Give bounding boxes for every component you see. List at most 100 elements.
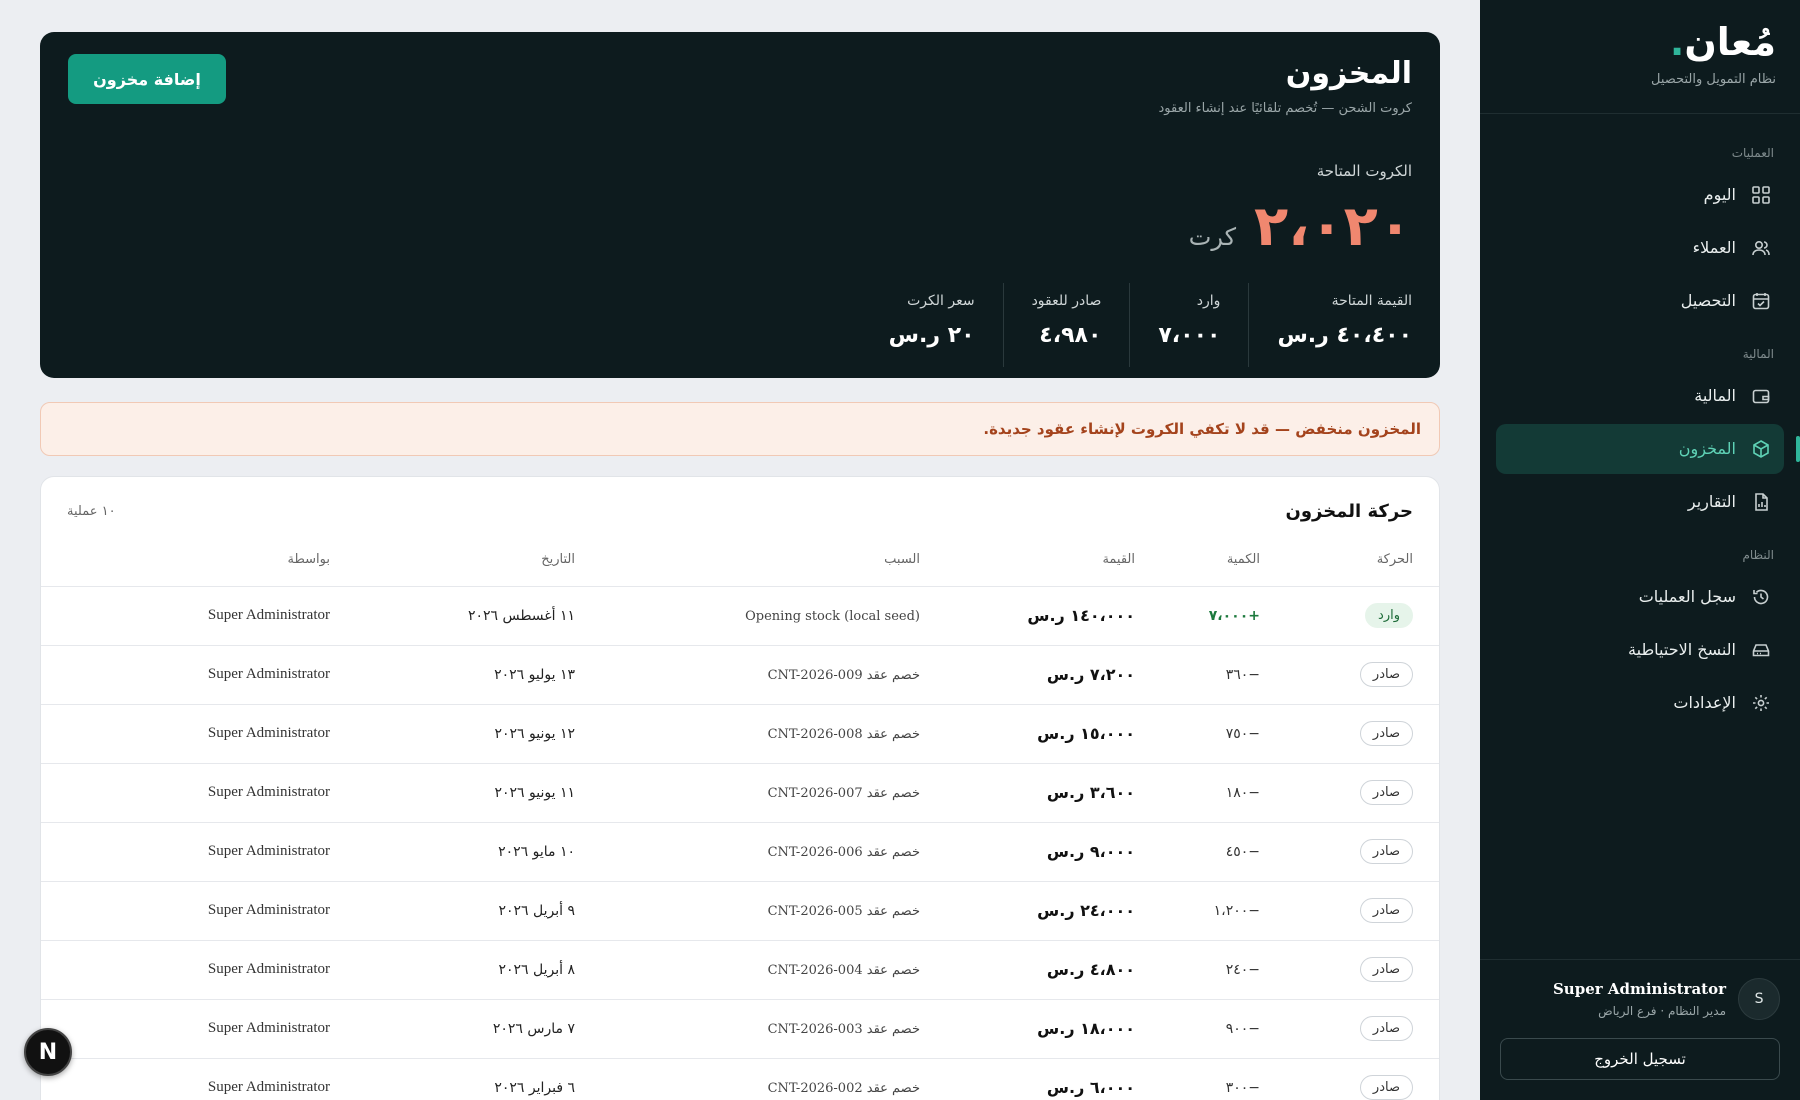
movement-quantity-cell: −٣٦٠ <box>1149 645 1274 705</box>
movement-by-cell: Super Administrator <box>41 763 344 823</box>
sidebar-item-inventory[interactable]: المخزون <box>1496 423 1800 474</box>
user-name: Super Administrator <box>1552 980 1726 998</box>
column-header-reason[interactable]: السبب <box>589 534 934 587</box>
available-cards-value: ٢،٠٢٠ <box>1254 194 1412 259</box>
column-header-quantity[interactable]: الكمية <box>1149 534 1274 587</box>
movement-quantity-cell: −٤٥٠ <box>1149 822 1274 882</box>
movement-reason-cell: خصم عقد CNT-2026-003 <box>589 999 934 1059</box>
movement-date: ١١ يونيو ٢٠٢٦ <box>494 784 575 801</box>
movements-rows: وارد +٧،٠٠٠ ١٤٠،٠٠٠ ر.س Opening stock (loca… <box>41 586 1439 1100</box>
history-icon <box>1750 586 1772 608</box>
movement-date: ١٣ يوليو ٢٠٢٦ <box>494 666 575 683</box>
movement-reason: خصم عقد CNT-2026-006 <box>767 844 920 860</box>
available-cards: ٢،٠٢٠ كرت <box>68 194 1412 259</box>
movement-type-cell: صادر <box>1274 1058 1439 1100</box>
table-row[interactable]: وارد +٧،٠٠٠ ١٤٠،٠٠٠ ر.س Opening stock (loca… <box>41 586 1439 646</box>
movement-date: ٩ أبريل ٢٠٢٦ <box>498 902 575 919</box>
movement-type-cell: صادر <box>1274 704 1439 764</box>
avatar: S <box>1738 978 1780 1020</box>
sidebar-item-finance[interactable]: المالية <box>1496 371 1784 421</box>
movement-reason: خصم عقد CNT-2026-008 <box>767 726 920 742</box>
movement-date-cell: ٦ فبراير ٢٠٢٦ <box>344 1058 589 1100</box>
movement-date-cell: ١٢ يونيو ٢٠٢٦ <box>344 704 589 764</box>
movement-type: صادر <box>1359 721 1413 746</box>
movement-value: ٢٤،٠٠٠ ر.س <box>1037 901 1135 920</box>
movement-reason: خصم عقد CNT-2026-007 <box>767 785 920 801</box>
movement-type-cell: صادر <box>1274 763 1439 823</box>
movement-by-cell: Super Administrator <box>41 999 344 1059</box>
logout-button[interactable]: تسجيل الخروج <box>1500 1038 1780 1080</box>
movement-type: صادر <box>1359 662 1413 687</box>
dev-tools-badge[interactable]: N <box>24 1028 72 1076</box>
inventory-hero-card: المخزون كروت الشحن — تُخصم تلقائيًا عند … <box>40 32 1440 378</box>
movement-reason: خصم عقد CNT-2026-005 <box>767 903 920 919</box>
movement-value-cell: ٤،٨٠٠ ر.س <box>934 940 1149 1000</box>
stat-value: ٢٠ ر.س <box>888 323 975 348</box>
stat-card-price: سعر الكرت ٢٠ ر.س <box>861 283 975 367</box>
brand-tagline: نظام التمويل والتحصيل <box>1651 71 1776 87</box>
table-row[interactable]: صادر −٣٠٠ ٦،٠٠٠ ر.س خصم عقد CNT-2026-002 ٦ ف… <box>41 1058 1439 1100</box>
table-row[interactable]: صادر −٤٥٠ ٩،٠٠٠ ر.س خصم عقد CNT-2026-006 ١٠ … <box>41 822 1439 882</box>
brand-logo[interactable]: مُعان. <box>1504 21 1776 64</box>
movement-reason-cell: خصم عقد CNT-2026-009 <box>589 645 934 705</box>
movement-quantity-cell: −٢٤٠ <box>1149 940 1274 1000</box>
calendar-check-icon <box>1750 290 1772 312</box>
sidebar-nav: العمليات اليوم العملاء التحصيل المالية ا… <box>1480 114 1800 959</box>
movements-panel: حركة المخزون ١٠ عملية الحركة الكمية القي… <box>40 476 1440 1100</box>
table-header-row: الحركة الكمية القيمة السبب التاريخ بواسط… <box>41 534 1439 587</box>
user-profile[interactable]: S Super Administrator مدير النظام · فرع … <box>1500 978 1780 1020</box>
movement-value-cell: ٣،٦٠٠ ر.س <box>934 763 1149 823</box>
movement-by-cell: Super Administrator <box>41 704 344 764</box>
table-row[interactable]: صادر −٢٤٠ ٤،٨٠٠ ر.س خصم عقد CNT-2026-004 ٨ أ… <box>41 940 1439 1000</box>
table-row[interactable]: صادر −١،٢٠٠ ٢٤،٠٠٠ ر.س خصم عقد CNT-2026-005… <box>41 881 1439 941</box>
movement-value-cell: ١٤٠،٠٠٠ ر.س <box>934 586 1149 646</box>
column-header-date[interactable]: التاريخ <box>344 534 589 587</box>
sidebar-item-reports[interactable]: التقارير <box>1496 477 1784 527</box>
sidebar-item-collection[interactable]: التحصيل <box>1496 276 1784 326</box>
low-stock-alert: المخزون منخفض — قد لا تكفي الكروت لإنشاء… <box>40 402 1440 456</box>
movement-date: ١٠ مايو ٢٠٢٦ <box>498 843 575 860</box>
movement-date-cell: ١٣ يوليو ٢٠٢٦ <box>344 645 589 705</box>
movement-by: Super Administrator <box>207 607 330 623</box>
add-inventory-button[interactable]: إضافة مخزون <box>68 54 226 104</box>
table-row[interactable]: صادر −٩٠٠ ١٨،٠٠٠ ر.س خصم عقد CNT-2026-003 ٧ … <box>41 999 1439 1059</box>
movements-title: حركة المخزون <box>1285 501 1413 522</box>
stat-label: القيمة المتاحة <box>1331 293 1412 309</box>
available-cards-label: الكروت المتاحة <box>1316 162 1412 180</box>
column-header-type[interactable]: الحركة <box>1274 534 1439 587</box>
movement-reason-cell: خصم عقد CNT-2026-002 <box>589 1058 934 1100</box>
table-row[interactable]: صادر −٣٦٠ ٧،٢٠٠ ر.س خصم عقد CNT-2026-009 ١٣ … <box>41 645 1439 705</box>
movement-date: ٦ فبراير ٢٠٢٦ <box>494 1079 575 1096</box>
users-icon <box>1750 237 1772 259</box>
movement-by-cell: Super Administrator <box>41 1058 344 1100</box>
movement-reason: خصم عقد CNT-2026-009 <box>767 667 920 683</box>
movement-by: Super Administrator <box>207 666 330 682</box>
movement-quantity-cell: −١٨٠ <box>1149 763 1274 823</box>
sidebar-item-backups[interactable]: النسخ الاحتياطية <box>1496 625 1784 675</box>
sidebar-item-audit-log[interactable]: سجل العمليات <box>1496 572 1784 622</box>
movement-type: صادر <box>1359 780 1413 805</box>
movement-date-cell: ١١ أغسطس ٢٠٢٦ <box>344 586 589 646</box>
column-header-by[interactable]: بواسطة <box>41 534 344 587</box>
stat-outgoing: صادر للعقود ٤،٩٨٠ <box>1002 283 1102 367</box>
sidebar-item-customers[interactable]: العملاء <box>1496 223 1784 273</box>
sidebar-item-today[interactable]: اليوم <box>1496 170 1784 220</box>
column-header-value[interactable]: القيمة <box>934 534 1149 587</box>
movement-value-cell: ٧،٢٠٠ ر.س <box>934 645 1149 705</box>
movement-quantity-cell: +٧،٠٠٠ <box>1149 586 1274 646</box>
wallet-icon <box>1750 385 1772 407</box>
table-row[interactable]: صادر −١٨٠ ٣،٦٠٠ ر.س خصم عقد CNT-2026-007 ١١ … <box>41 763 1439 823</box>
movement-by-cell: Super Administrator <box>41 940 344 1000</box>
movement-reason-cell: Opening stock (local seed) <box>589 586 934 646</box>
sidebar-item-settings[interactable]: الإعدادات <box>1496 678 1784 728</box>
stat-label: صادر للعقود <box>1031 293 1102 309</box>
movement-quantity: −١،٢٠٠ <box>1213 902 1260 919</box>
movement-quantity: −٢٤٠ <box>1225 961 1260 978</box>
table-row[interactable]: صادر −٧٥٠ ١٥،٠٠٠ ر.س خصم عقد CNT-2026-008 ١٢… <box>41 704 1439 764</box>
movement-quantity: −٧٥٠ <box>1225 725 1260 742</box>
available-cards-unit: كرت <box>1188 223 1236 251</box>
sidebar-footer: S Super Administrator مدير النظام · فرع … <box>1480 959 1800 1100</box>
movement-type: صادر <box>1359 1075 1413 1100</box>
stat-value: ٤٠،٤٠٠ ر.س <box>1277 323 1412 348</box>
movement-value: ١٥،٠٠٠ ر.س <box>1037 724 1135 743</box>
